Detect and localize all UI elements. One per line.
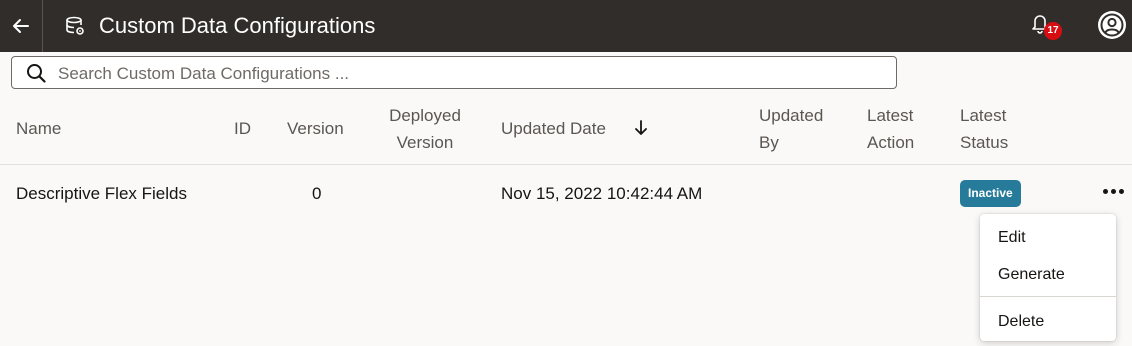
column-header-updated-by-line1: Updated <box>759 106 824 125</box>
column-header-latest-action-line1: Latest <box>867 106 914 125</box>
arrow-down-icon[interactable] <box>634 119 648 137</box>
notification-count-badge: 17 <box>1044 22 1062 40</box>
cell-updated-date: Nov 15, 2022 10:42:44 AM <box>501 184 703 203</box>
column-header-latest-action-line2: Action <box>867 133 915 152</box>
search-box[interactable] <box>11 56 897 90</box>
column-header-updated-by[interactable]: Updated By <box>759 102 823 156</box>
column-header-name[interactable]: Name <box>16 115 61 142</box>
column-header-deployed-version[interactable]: Deployed Version <box>378 102 472 156</box>
user-avatar-icon <box>1098 11 1126 39</box>
menu-item-edit[interactable]: Edit <box>980 220 1116 256</box>
column-header-deployed-version-line2: Version <box>396 133 454 152</box>
status-badge: Inactive <box>960 180 1021 207</box>
column-header-latest-status-line1: Latest <box>960 106 1007 125</box>
search-icon <box>27 64 46 83</box>
arrow-left-icon <box>13 19 29 33</box>
more-horizontal-icon-dot <box>1119 188 1124 194</box>
user-avatar-button[interactable] <box>1096 9 1128 41</box>
cell-version: 0 <box>312 184 322 203</box>
column-header-deployed-version-line1: Deployed <box>389 106 461 125</box>
app-header: Custom Data Configurations 17 <box>0 0 1132 52</box>
column-header-latest-status-line2: Status <box>960 133 1009 152</box>
column-header-updated-date[interactable]: Updated Date <box>501 115 606 142</box>
column-header-updated-by-line2: By <box>759 133 779 152</box>
column-header-latest-status[interactable]: Latest Status <box>960 102 1008 156</box>
row-actions-menu: Edit Generate Delete <box>980 214 1116 341</box>
data-config-icon <box>66 16 84 35</box>
menu-divider <box>980 296 1116 297</box>
more-horizontal-icon-dot <box>1111 188 1116 194</box>
table-header: Name ID Version Deployed Version Updated… <box>0 94 1132 165</box>
cell-name[interactable]: Descriptive Flex Fields <box>16 184 187 204</box>
search-input[interactable] <box>56 57 890 90</box>
menu-item-delete[interactable]: Delete <box>980 304 1116 340</box>
menu-item-generate[interactable]: Generate <box>980 257 1116 293</box>
column-header-id[interactable]: ID <box>234 115 251 142</box>
column-header-version[interactable]: Version <box>287 115 344 142</box>
more-horizontal-icon-dot <box>1103 188 1108 194</box>
column-header-latest-action[interactable]: Latest Action <box>867 102 914 156</box>
row-actions-button[interactable] <box>1103 184 1129 198</box>
notifications-button[interactable]: 17 <box>1030 10 1064 42</box>
page-title: Custom Data Configurations <box>99 13 376 38</box>
back-button[interactable] <box>0 0 43 52</box>
